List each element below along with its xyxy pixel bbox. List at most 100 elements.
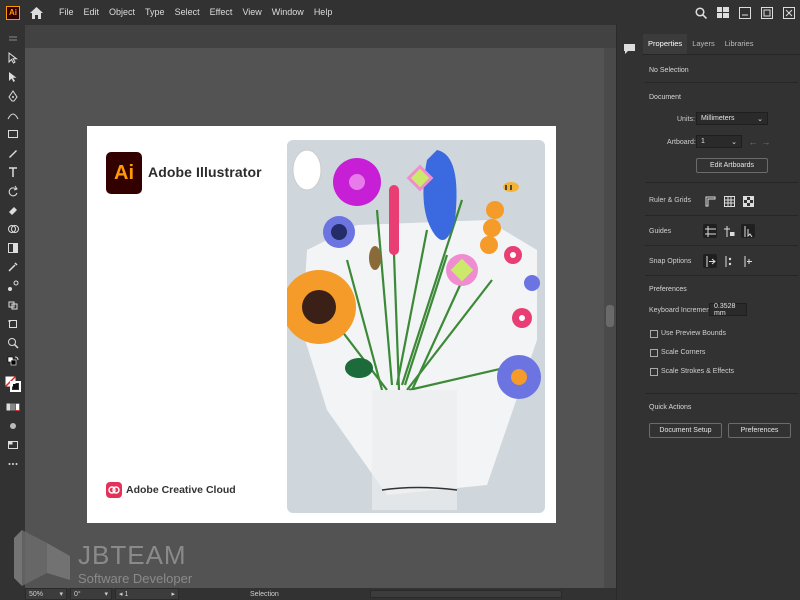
rectangle-tool-icon[interactable] xyxy=(0,124,25,143)
gradient-tool-icon[interactable] xyxy=(0,238,25,257)
eyedropper-tool-icon[interactable] xyxy=(0,257,25,276)
divider xyxy=(645,393,798,394)
selection-status: No Selection xyxy=(649,67,689,74)
comments-icon[interactable] xyxy=(621,41,637,57)
divider xyxy=(645,275,798,276)
scale-strokes-label: Scale Strokes & Effects xyxy=(661,368,735,375)
direct-selection-tool-icon[interactable] xyxy=(0,67,25,86)
illustrator-logo: Ai xyxy=(106,152,142,194)
home-icon[interactable] xyxy=(28,5,44,21)
splash-flower-artwork xyxy=(287,140,545,513)
horizontal-scrollbar[interactable] xyxy=(370,590,562,598)
preferences-button[interactable]: Preferences xyxy=(728,423,791,438)
menu-edit[interactable]: Edit xyxy=(79,0,105,25)
snap-to-pixel-icon[interactable] xyxy=(722,254,736,268)
tab-libraries[interactable]: Libraries xyxy=(720,34,759,54)
menu-file[interactable]: File xyxy=(54,0,79,25)
scale-corners-checkbox[interactable] xyxy=(650,349,658,357)
preferences-section-title: Preferences xyxy=(649,286,687,293)
arrange-documents-icon[interactable] xyxy=(716,6,730,20)
rotate-tool-icon[interactable] xyxy=(0,181,25,200)
divider xyxy=(645,182,798,183)
menu-view[interactable]: View xyxy=(237,0,266,25)
fill-stroke-swatch-icon[interactable] xyxy=(0,371,25,397)
scale-corners-label: Scale Corners xyxy=(661,349,706,356)
panel-tabs: Properties Layers Libraries xyxy=(643,34,800,55)
search-icon[interactable] xyxy=(694,6,708,20)
grid-icon[interactable] xyxy=(722,194,736,208)
artboard-navigator[interactable]: ◂ 1 ▸ xyxy=(115,588,179,600)
ruler-grids-label: Ruler & Grids xyxy=(649,197,692,204)
menu-bar: Ai File Edit Object Type Select Effect V… xyxy=(0,0,800,25)
snap-to-point-icon[interactable] xyxy=(703,254,717,268)
scale-strokes-checkbox[interactable] xyxy=(650,368,658,376)
document-tab-bar xyxy=(25,25,616,48)
close-icon[interactable] xyxy=(782,6,796,20)
previous-artboard-icon[interactable]: ← xyxy=(746,135,760,149)
menu-effect[interactable]: Effect xyxy=(205,0,238,25)
current-tool-label: Selection xyxy=(250,590,279,598)
smart-guides-icon[interactable] xyxy=(741,224,755,238)
tab-properties[interactable]: Properties xyxy=(643,34,688,54)
panel-grip-icon[interactable] xyxy=(0,29,25,48)
rotation-dropdown[interactable]: 0° ▾ xyxy=(70,588,112,600)
guides-label: Guides xyxy=(649,228,672,235)
menu-select[interactable]: Select xyxy=(170,0,205,25)
transparency-grid-icon[interactable] xyxy=(741,194,755,208)
zoom-dropdown[interactable]: 50% ▾ xyxy=(25,588,67,600)
creative-cloud-label: Adobe Creative Cloud xyxy=(126,484,236,496)
artboard-label: Artboard: xyxy=(667,139,696,146)
color-mode-icon[interactable] xyxy=(0,397,25,416)
selection-tool-icon[interactable] xyxy=(0,48,25,67)
pen-tool-icon[interactable] xyxy=(0,86,25,105)
watermark-title: JBTEAM xyxy=(78,540,187,570)
document-section-title: Document xyxy=(649,94,681,101)
blend-tool-icon[interactable] xyxy=(0,276,25,295)
keyboard-increment-input[interactable]: 0.3528 mm xyxy=(709,303,747,317)
restore-icon[interactable] xyxy=(760,6,774,20)
default-colors-icon[interactable] xyxy=(0,352,25,371)
next-artboard-icon[interactable]: ▸ xyxy=(171,590,175,598)
rotation-value: 0° xyxy=(74,590,81,598)
screen-mode-icon[interactable] xyxy=(0,435,25,454)
show-guides-icon[interactable] xyxy=(703,224,717,238)
lock-guides-icon[interactable] xyxy=(722,224,736,238)
ruler-icon[interactable] xyxy=(703,194,717,208)
keyboard-increment-label: Keyboard Increment: xyxy=(649,307,714,314)
use-preview-bounds-label: Use Preview Bounds xyxy=(661,330,726,337)
document-setup-button[interactable]: Document Setup xyxy=(649,423,722,438)
zoom-value: 50% xyxy=(29,590,44,598)
prev-artboard-icon[interactable]: ◂ xyxy=(119,590,123,598)
collapsed-panel-strip xyxy=(616,25,644,600)
symbol-sprayer-tool-icon[interactable] xyxy=(0,295,25,314)
artboard-tool-icon[interactable] xyxy=(0,314,25,333)
minimize-icon[interactable] xyxy=(738,6,752,20)
more-tools-icon[interactable] xyxy=(0,454,25,473)
menu-help[interactable]: Help xyxy=(309,0,338,25)
draw-mode-icon[interactable] xyxy=(0,416,25,435)
snap-options-label: Snap Options xyxy=(649,258,692,265)
use-preview-bounds-checkbox[interactable] xyxy=(650,330,658,338)
eraser-tool-icon[interactable] xyxy=(0,200,25,219)
menu-type[interactable]: Type xyxy=(140,0,170,25)
creative-cloud-icon xyxy=(106,482,122,498)
curvature-tool-icon[interactable] xyxy=(0,105,25,124)
artboard-number: 1 xyxy=(124,590,129,598)
zoom-tool-icon[interactable] xyxy=(0,333,25,352)
divider xyxy=(645,82,798,83)
paintbrush-tool-icon[interactable] xyxy=(0,143,25,162)
shape-builder-tool-icon[interactable] xyxy=(0,219,25,238)
divider xyxy=(645,245,798,246)
artboard-dropdown[interactable]: 1 ⌄ xyxy=(696,135,742,148)
scrollbar-thumb[interactable] xyxy=(606,305,614,327)
tab-layers[interactable]: Layers xyxy=(687,34,720,54)
units-dropdown[interactable]: Millimeters ⌄ xyxy=(696,112,768,125)
type-tool-icon[interactable] xyxy=(0,162,25,181)
next-artboard-icon[interactable]: → xyxy=(759,135,773,149)
menu-window[interactable]: Window xyxy=(267,0,309,25)
divider xyxy=(645,215,798,216)
edit-artboards-button[interactable]: Edit Artboards xyxy=(696,158,768,173)
snap-to-glyph-icon[interactable] xyxy=(741,254,755,268)
chevron-down-icon: ⌄ xyxy=(731,138,737,146)
menu-object[interactable]: Object xyxy=(104,0,140,25)
